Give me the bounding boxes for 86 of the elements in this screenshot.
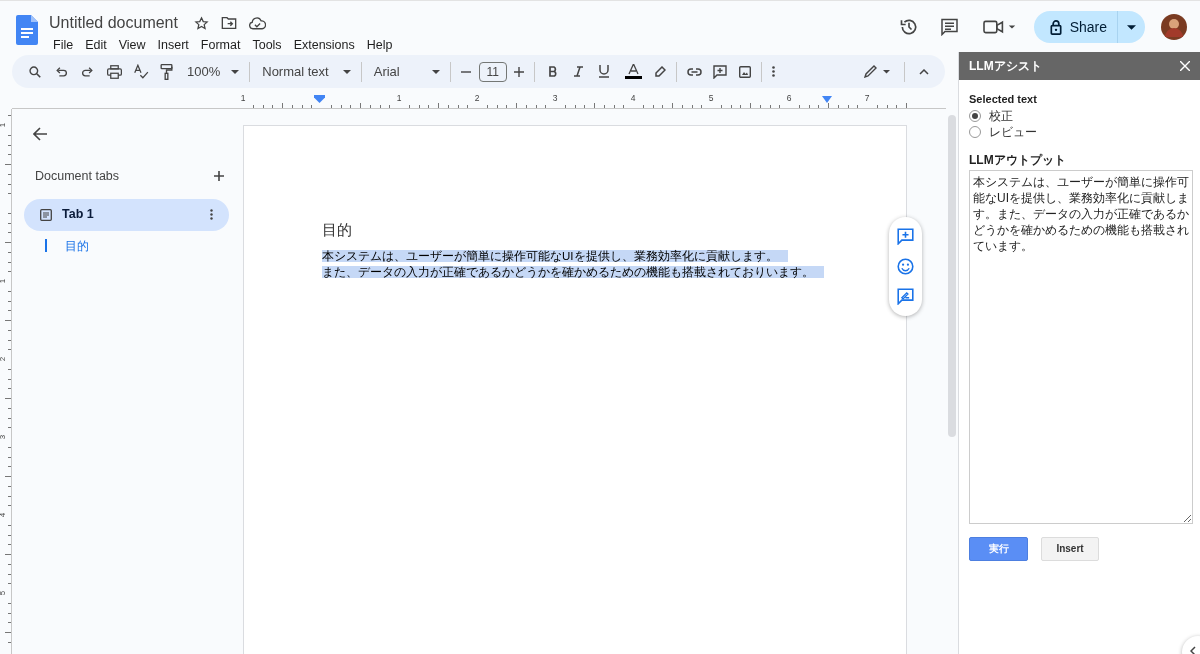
ruler-number: 5 [708, 92, 714, 105]
cloud-icon[interactable] [248, 16, 266, 30]
outline-indicator [45, 239, 47, 253]
caret-icon [431, 69, 440, 74]
caret-icon [1127, 24, 1136, 30]
ruler-number: 6 [786, 92, 792, 105]
comment-icon[interactable] [939, 18, 959, 36]
ruler-number: 4 [630, 92, 636, 105]
folder-icon[interactable] [220, 16, 237, 30]
paint-roller-icon[interactable] [160, 63, 173, 80]
italic-icon[interactable] [573, 66, 583, 77]
menu-item[interactable]: File [48, 36, 79, 55]
section-label: Selected text [969, 92, 1038, 107]
add-comment-icon[interactable] [897, 227, 914, 245]
ruler-number: 1 [396, 92, 402, 105]
body-text: 本システムは、ユーザーが簡単に操作可能なUIを提供し、業務効率化に貢献します。 [322, 249, 788, 262]
underline-icon[interactable] [598, 65, 609, 78]
radio-label[interactable]: レビュー [989, 122, 1037, 141]
caret-icon [342, 69, 351, 74]
lock-icon [1049, 19, 1062, 35]
radio-button[interactable] [969, 125, 981, 138]
ruler-number: 1 [0, 122, 8, 128]
avatar-icon[interactable] [1161, 14, 1187, 40]
font-dropdown[interactable]: Arial [373, 61, 440, 82]
menu-item[interactable]: Edit [80, 36, 112, 55]
radio-label[interactable]: 校正 [989, 106, 1013, 125]
document-icon [40, 208, 52, 221]
chevron-left-icon [1190, 646, 1196, 654]
menu-item[interactable]: Tools [247, 36, 287, 55]
zoom-dropdown[interactable]: 100% [187, 61, 240, 82]
outline-item[interactable]: 目的 [65, 236, 89, 255]
heading: 目的 [322, 220, 353, 240]
ruler-number: 3 [552, 92, 558, 105]
style-dropdown[interactable]: Normal text [262, 61, 351, 82]
ruler-number: 4 [0, 512, 8, 518]
font-size-field[interactable]: 11 [478, 61, 507, 82]
ruler-number: 5 [0, 590, 8, 596]
pencil-icon[interactable] [864, 65, 890, 78]
document-tab[interactable]: Tab 1 [24, 198, 229, 231]
text-color-icon[interactable] [624, 64, 642, 79]
plus-icon[interactable] [513, 66, 524, 77]
menu-item[interactable]: Help [361, 36, 398, 55]
indent-marker[interactable] [822, 96, 832, 103]
sidebar-heading: Document tabs [35, 168, 120, 185]
print-icon[interactable] [107, 64, 122, 79]
redo-icon[interactable] [81, 65, 94, 78]
add-comment-icon[interactable] [712, 64, 727, 79]
add-icon[interactable] [214, 171, 224, 182]
radio-button[interactable] [969, 109, 981, 122]
ruler-number: 1 [0, 278, 8, 284]
caret-icon [231, 69, 240, 74]
ruler-number: 2 [0, 356, 8, 362]
history-icon[interactable] [898, 17, 919, 37]
insert-button[interactable]: Insert [1041, 536, 1099, 561]
emoji-icon[interactable] [897, 258, 914, 275]
indent-marker[interactable] [314, 95, 325, 103]
video-camera-icon[interactable] [982, 19, 1017, 35]
image-icon[interactable] [738, 65, 751, 78]
more-icon[interactable] [771, 66, 775, 77]
menu-item[interactable]: Format [195, 36, 246, 55]
output-label: LLMアウトプット [969, 151, 1067, 169]
docs-logo-icon[interactable] [16, 15, 38, 45]
suggest-edit-icon[interactable] [897, 288, 914, 306]
collapse-icon[interactable] [919, 68, 929, 75]
panel-title: LLMアシスト [969, 58, 1042, 75]
menu-item[interactable]: Insert [152, 36, 194, 55]
star-icon[interactable] [193, 15, 209, 31]
menu-item[interactable]: View [113, 36, 151, 55]
tab-label: Tab 1 [62, 206, 94, 224]
undo-icon[interactable] [55, 65, 68, 78]
ruler-number: 3 [0, 434, 8, 440]
highlighter-icon[interactable] [653, 65, 666, 78]
more-icon[interactable] [210, 209, 213, 221]
back-arrow-icon[interactable] [33, 127, 47, 141]
ruler-number: 1 [240, 92, 246, 105]
bold-icon[interactable] [548, 66, 558, 77]
document-title[interactable]: Untitled document [49, 11, 178, 35]
close-icon[interactable] [1180, 61, 1190, 71]
menu-item[interactable]: Extensions [288, 36, 360, 55]
spellcheck-icon[interactable] [133, 64, 149, 79]
ruler-number: 7 [864, 92, 870, 105]
output-textarea[interactable]: 本システムは、ユーザーが簡単に操作可能なUIを提供し、業務効率化に貢献します。また、データの入力が正確であるかどうかを確かめるための機能も搭載されています。 [969, 169, 1193, 524]
link-icon[interactable] [686, 67, 702, 76]
search-icon[interactable] [28, 64, 42, 79]
body-text: また、データの入力が正確であるかどうかを確かめるための機能も搭載されておりいます。 [322, 265, 824, 278]
ruler-number: 2 [474, 92, 480, 105]
